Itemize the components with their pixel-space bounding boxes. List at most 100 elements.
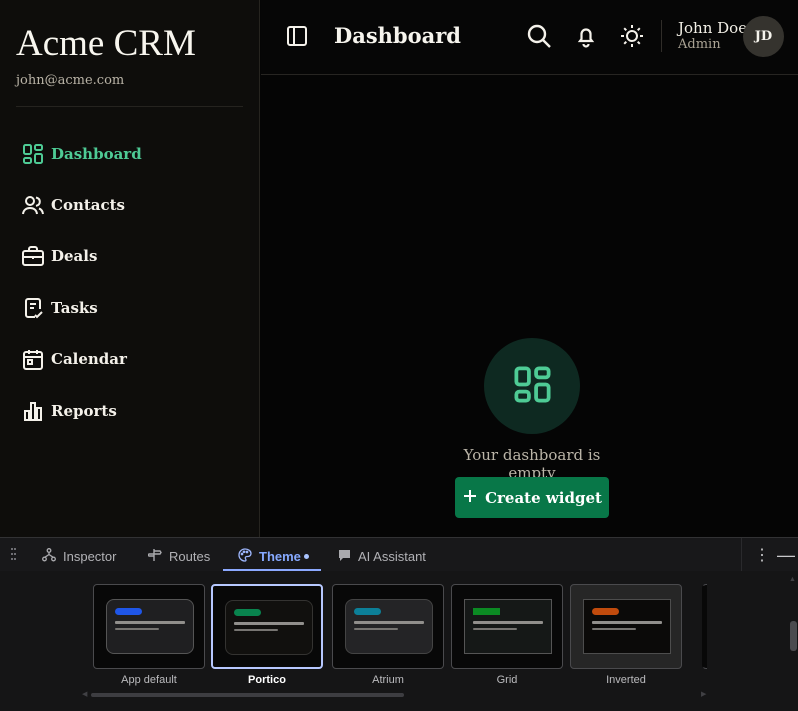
preview-line: [115, 628, 159, 630]
header-separator: [661, 20, 662, 52]
theme-accent-swatch: [354, 608, 381, 615]
tab-routes[interactable]: Routes: [147, 546, 211, 567]
theme-accent-swatch: [592, 608, 619, 615]
theme-card-partial[interactable]: [702, 584, 707, 669]
theme-preview: [345, 599, 433, 654]
theme-card-atrium[interactable]: [332, 584, 444, 669]
preview-line: [473, 621, 543, 624]
theme-card-inverted[interactable]: [570, 584, 682, 669]
preview-line: [592, 621, 662, 624]
sidebar-item-label: Tasks: [51, 298, 98, 317]
avatar[interactable]: JD: [743, 16, 784, 57]
dashboard-icon: [511, 363, 554, 410]
active-tab-underline: [223, 569, 321, 571]
minimize-panel-button[interactable]: —: [777, 545, 795, 565]
empty-state-badge: [484, 338, 580, 434]
preview-line: [234, 622, 304, 625]
sidebar-item-deals[interactable]: Deals: [20, 231, 142, 282]
hierarchy-icon: [42, 548, 56, 565]
drag-handle-icon[interactable]: [10, 547, 16, 561]
theme-label-grid: Grid: [496, 674, 518, 686]
developer-tools-panel: Inspector Routes Theme AI Assistant ⋮ — …: [0, 537, 798, 711]
horizontal-scrollbar[interactable]: [91, 693, 404, 697]
theme-preview: [225, 600, 313, 655]
preview-line: [115, 621, 185, 624]
theme-label-inverted: Inverted: [606, 674, 646, 686]
sidebar-item-label: Deals: [51, 247, 98, 266]
user-name: John Doe: [678, 19, 748, 37]
sun-icon: [618, 25, 646, 53]
preview-line: [592, 628, 636, 630]
scroll-up-icon[interactable]: ▲: [789, 576, 796, 583]
notifications-button[interactable]: [572, 22, 600, 50]
theme-preview: [106, 599, 194, 654]
theme-accent-swatch: [473, 608, 500, 615]
scroll-right-icon[interactable]: ▶: [701, 690, 706, 698]
tab-theme[interactable]: Theme: [238, 546, 309, 567]
theme-label-atrium: Atrium: [372, 674, 404, 686]
sidebar-item-dashboard[interactable]: Dashboard: [20, 128, 142, 179]
reports-icon: [20, 398, 45, 423]
tab-label: Routes: [169, 549, 211, 564]
preview-line: [234, 629, 278, 631]
preview-line: [354, 628, 398, 630]
user-email: john@acme.com: [16, 73, 125, 88]
tab-label: Theme: [259, 549, 301, 564]
devtools-tab-bar: Inspector Routes Theme AI Assistant ⋮ —: [0, 538, 798, 571]
sidebar-item-label: Reports: [51, 401, 117, 420]
sidebar-item-reports[interactable]: Reports: [20, 385, 142, 436]
scroll-left-icon[interactable]: ◀: [82, 690, 87, 698]
page-title: Dashboard: [334, 23, 461, 48]
search-button[interactable]: [525, 22, 553, 50]
route-icon: [147, 548, 162, 565]
sidebar-divider: [16, 106, 243, 107]
theme-accent-swatch: [234, 609, 261, 616]
theme-card-portico[interactable]: [211, 584, 323, 669]
theme-card-grid[interactable]: [451, 584, 563, 669]
theme-label-app-default: App default: [121, 674, 177, 686]
calendar-icon: [20, 347, 45, 372]
preview-line: [473, 628, 517, 630]
vertical-scrollbar[interactable]: [790, 621, 797, 651]
create-widget-label: Create widget: [485, 488, 602, 507]
sidebar-item-tasks[interactable]: Tasks: [20, 282, 142, 333]
tab-ai-assistant[interactable]: AI Assistant: [338, 546, 426, 567]
plus-icon: [462, 488, 478, 508]
theme-preview: [583, 599, 671, 654]
theme-card-app-default[interactable]: [93, 584, 205, 669]
search-icon: [525, 24, 553, 53]
bell-icon: [572, 28, 600, 53]
preview-line: [354, 621, 424, 624]
sidebar-toggle-button[interactable]: [285, 24, 309, 48]
briefcase-icon: [20, 244, 45, 269]
create-widget-button[interactable]: Create widget: [455, 477, 609, 518]
top-header: Dashboard John Doe Admin JD: [261, 0, 798, 75]
theme-gallery[interactable]: App default Portico Atrium Grid Inverted: [93, 584, 707, 697]
chat-icon: [338, 549, 351, 565]
theme-preview: [464, 599, 552, 654]
tasks-icon: [20, 295, 45, 320]
theme-label-portico: Portico: [248, 674, 286, 686]
sidebar-item-calendar[interactable]: Calendar: [20, 334, 142, 385]
user-role: Admin: [678, 37, 721, 52]
sidebar-item-label: Dashboard: [51, 144, 142, 163]
theme-accent-swatch: [115, 608, 142, 615]
active-tab-dot: [303, 554, 309, 559]
devtools-separator: [741, 538, 742, 571]
sidebar-item-label: Calendar: [51, 350, 127, 369]
contacts-icon: [20, 193, 45, 218]
palette-icon: [238, 548, 252, 565]
sidebar-navigation: Dashboard Contacts Deals Tasks Calendar: [20, 128, 142, 436]
theme-toggle-button[interactable]: [618, 22, 646, 50]
tab-label: Inspector: [63, 549, 117, 564]
sidebar-item-label: Contacts: [51, 196, 126, 215]
tab-inspector[interactable]: Inspector: [42, 546, 116, 567]
sidebar-toggle-icon: [285, 26, 309, 51]
sidebar: Acme CRM john@acme.com Dashboard Contact…: [0, 0, 260, 537]
tab-label: AI Assistant: [358, 549, 426, 564]
sidebar-item-contacts[interactable]: Contacts: [20, 179, 142, 230]
dashboard-icon: [20, 141, 45, 166]
more-options-button[interactable]: ⋮: [754, 545, 770, 565]
vertical-ellipsis-icon: ⋮: [754, 547, 770, 564]
minimize-icon: —: [777, 545, 795, 565]
